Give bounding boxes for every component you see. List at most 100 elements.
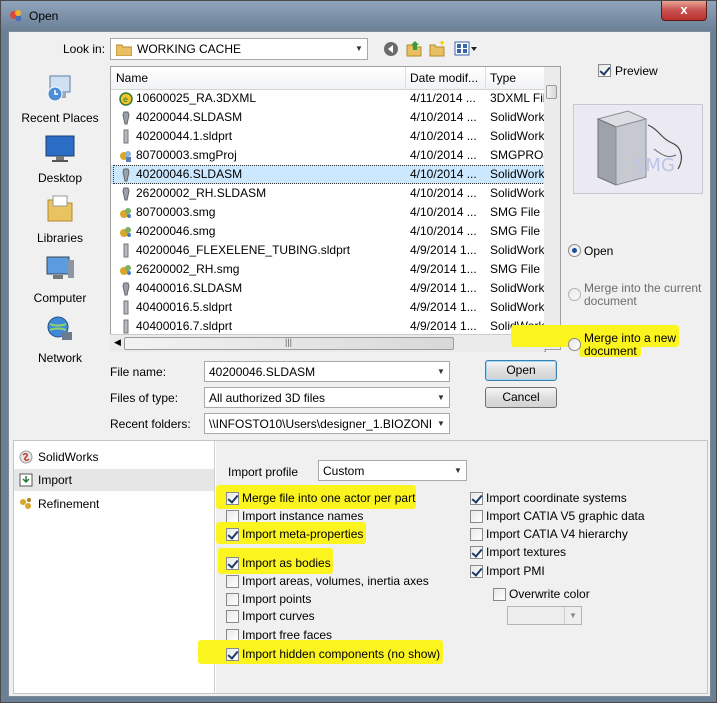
table-row[interactable]: 26200002_RH.smg 4/9/2014 1... SMG File <box>111 260 545 279</box>
table-row[interactable]: 40400016.5.sldprt 4/9/2014 1... SolidWork <box>111 298 545 317</box>
column-date-modified[interactable]: Date modif... <box>410 71 478 85</box>
place-libraries[interactable]: Libraries <box>18 194 102 245</box>
vertical-scroll-thumb[interactable] <box>546 85 557 99</box>
view-menu-icon[interactable] <box>454 41 478 56</box>
horizontal-scrollbar[interactable]: ◀ ||| ▶ <box>110 334 544 352</box>
import-profile-select[interactable]: Custom ▼ <box>318 460 467 481</box>
cancel-button[interactable]: Cancel <box>485 387 557 408</box>
solidworks-icon <box>19 450 33 464</box>
new-folder-icon[interactable] <box>429 40 446 57</box>
merge-current-label-line1: Merge into the current <box>584 281 702 295</box>
option-checkbox[interactable] <box>226 528 239 541</box>
vertical-scrollbar[interactable] <box>544 66 561 350</box>
option-checkbox[interactable] <box>226 610 239 623</box>
option-label: Import PMI <box>486 564 545 578</box>
file-type-cell: SolidWork <box>490 243 545 257</box>
window-title: Open <box>29 9 59 23</box>
option-label: Import CATIA V5 graphic data <box>486 509 645 523</box>
files-of-type-select[interactable]: All authorized 3D files ▼ <box>204 387 450 408</box>
chevron-down-icon: ▼ <box>454 466 462 475</box>
file-name-input[interactable]: 40200046.SLDASM ▼ <box>204 361 450 382</box>
file-date-cell: 4/9/2014 1... <box>410 243 477 257</box>
option-label: Import as bodies <box>242 556 331 570</box>
file-date-cell: 4/9/2014 1... <box>410 281 477 295</box>
file-type-cell: SMG File <box>490 224 541 238</box>
file-type-cell: SMG File <box>490 262 541 276</box>
table-row[interactable]: 26200002_RH.SLDASM 4/10/2014 ... SolidWork <box>111 184 545 203</box>
back-icon[interactable] <box>383 41 399 57</box>
column-name[interactable]: Name <box>116 71 148 85</box>
table-row[interactable]: 40200046.SLDASM 4/10/2014 ... SolidWork <box>111 165 545 184</box>
chevron-down-icon: ▼ <box>355 44 363 53</box>
import-profile-value: Custom <box>323 464 365 478</box>
scroll-left-icon[interactable]: ◀ <box>114 337 121 348</box>
file-name-cell: 40200046.SLDASM <box>136 167 243 181</box>
table-row[interactable]: 80700003.smg 4/10/2014 ... SMG File <box>111 203 545 222</box>
option-checkbox[interactable] <box>226 575 239 588</box>
merge-current-radio[interactable] <box>568 288 581 301</box>
close-button[interactable]: x <box>661 1 707 21</box>
option-checkbox[interactable] <box>470 510 483 523</box>
refinement-icon <box>20 498 31 509</box>
horizontal-scroll-thumb[interactable]: ||| <box>124 337 454 350</box>
file-name-value: 40200046.SLDASM <box>209 365 316 379</box>
place-label: Desktop <box>37 171 83 185</box>
up-folder-icon[interactable] <box>406 40 422 57</box>
option-checkbox[interactable] <box>470 528 483 541</box>
file-type-cell: SolidWork <box>490 110 545 124</box>
overwrite-color-select[interactable]: ▼ <box>507 606 582 625</box>
option-checkbox[interactable] <box>470 492 483 505</box>
table-row[interactable]: e 10600025_RA.3DXML 4/11/2014 ... 3DXML Fil <box>111 89 545 108</box>
table-row[interactable]: 80700003.smgProj 4/10/2014 ... SMGPROJ <box>111 146 545 165</box>
open-dialog: Open x Look in: WORKING CACHE ▼ Recent P… <box>0 0 717 703</box>
open-radio-label: Open <box>584 244 614 258</box>
option-checkbox[interactable] <box>226 492 239 505</box>
option-checkbox[interactable] <box>226 593 239 606</box>
sidebar-item-solidworks[interactable]: SolidWorks <box>14 446 214 468</box>
file-type-cell: SolidWork <box>490 129 545 143</box>
file-date-cell: 4/9/2014 1... <box>410 262 477 276</box>
open-button[interactable]: Open <box>485 360 557 381</box>
preview-label: Preview <box>615 64 658 78</box>
chevron-down-icon[interactable]: ▼ <box>433 362 449 381</box>
option-checkbox[interactable] <box>226 648 239 661</box>
table-row[interactable]: 40200046.smg 4/10/2014 ... SMG File <box>111 222 545 241</box>
open-radio[interactable] <box>568 244 581 257</box>
file-date-cell: 4/11/2014 ... <box>410 91 476 105</box>
place-computer[interactable]: Computer <box>18 254 102 305</box>
table-row[interactable]: 40200044.SLDASM 4/10/2014 ... SolidWork <box>111 108 545 127</box>
place-network[interactable]: Network <box>18 314 102 365</box>
recent-folders-select[interactable]: \\INFOSTO10\Users\designer_1.BIOZONE\Des… <box>204 413 450 434</box>
chevron-down-icon: ▼ <box>437 393 445 402</box>
folder-icon <box>116 44 132 56</box>
file-name-cell: 40400016.7.sldprt <box>136 319 233 333</box>
table-row[interactable]: 40200044.1.sldprt 4/10/2014 ... SolidWork <box>111 127 545 146</box>
option-checkbox[interactable] <box>470 546 483 559</box>
sidebar-item-import[interactable]: Import <box>14 469 214 491</box>
column-type[interactable]: Type <box>490 71 516 85</box>
place-desktop[interactable]: Desktop <box>18 134 102 185</box>
option-label: Import hidden components (no show) <box>242 647 441 661</box>
preview-checkbox[interactable] <box>598 64 611 77</box>
sidebar-item-refinement[interactable]: Refinement <box>14 493 214 515</box>
table-row[interactable]: 40400016.SLDASM 4/9/2014 1... SolidWork <box>111 279 545 298</box>
options-sidebar: SolidWorks Import Refinement <box>14 441 215 693</box>
option-label: Import CATIA V4 hierarchy <box>486 527 628 541</box>
look-in-select[interactable]: WORKING CACHE ▼ <box>110 38 368 60</box>
file-date-cell: 4/10/2014 ... <box>410 186 477 200</box>
file-list[interactable]: Name Date modif... Type e 10600025_RA.3DX… <box>110 66 546 352</box>
recent-places-icon <box>47 75 71 102</box>
place-label: Computer <box>33 291 87 305</box>
table-row[interactable]: 40200046_FLEXELENE_TUBING.sldprt 4/9/2014… <box>111 241 545 260</box>
file-date-cell: 4/9/2014 1... <box>410 319 477 333</box>
file-date-cell: 4/10/2014 ... <box>410 148 477 162</box>
file-name-cell: 80700003.smgProj <box>136 148 237 162</box>
merge-new-radio[interactable] <box>568 338 581 351</box>
computer-icon <box>46 256 74 279</box>
option-checkbox[interactable] <box>470 565 483 578</box>
option-checkbox[interactable] <box>226 557 239 570</box>
place-label: Libraries <box>36 231 84 245</box>
title-bar: Open x <box>1 1 716 31</box>
overwrite-color-checkbox[interactable] <box>493 588 506 601</box>
place-recent-places[interactable]: Recent Places <box>18 74 102 125</box>
